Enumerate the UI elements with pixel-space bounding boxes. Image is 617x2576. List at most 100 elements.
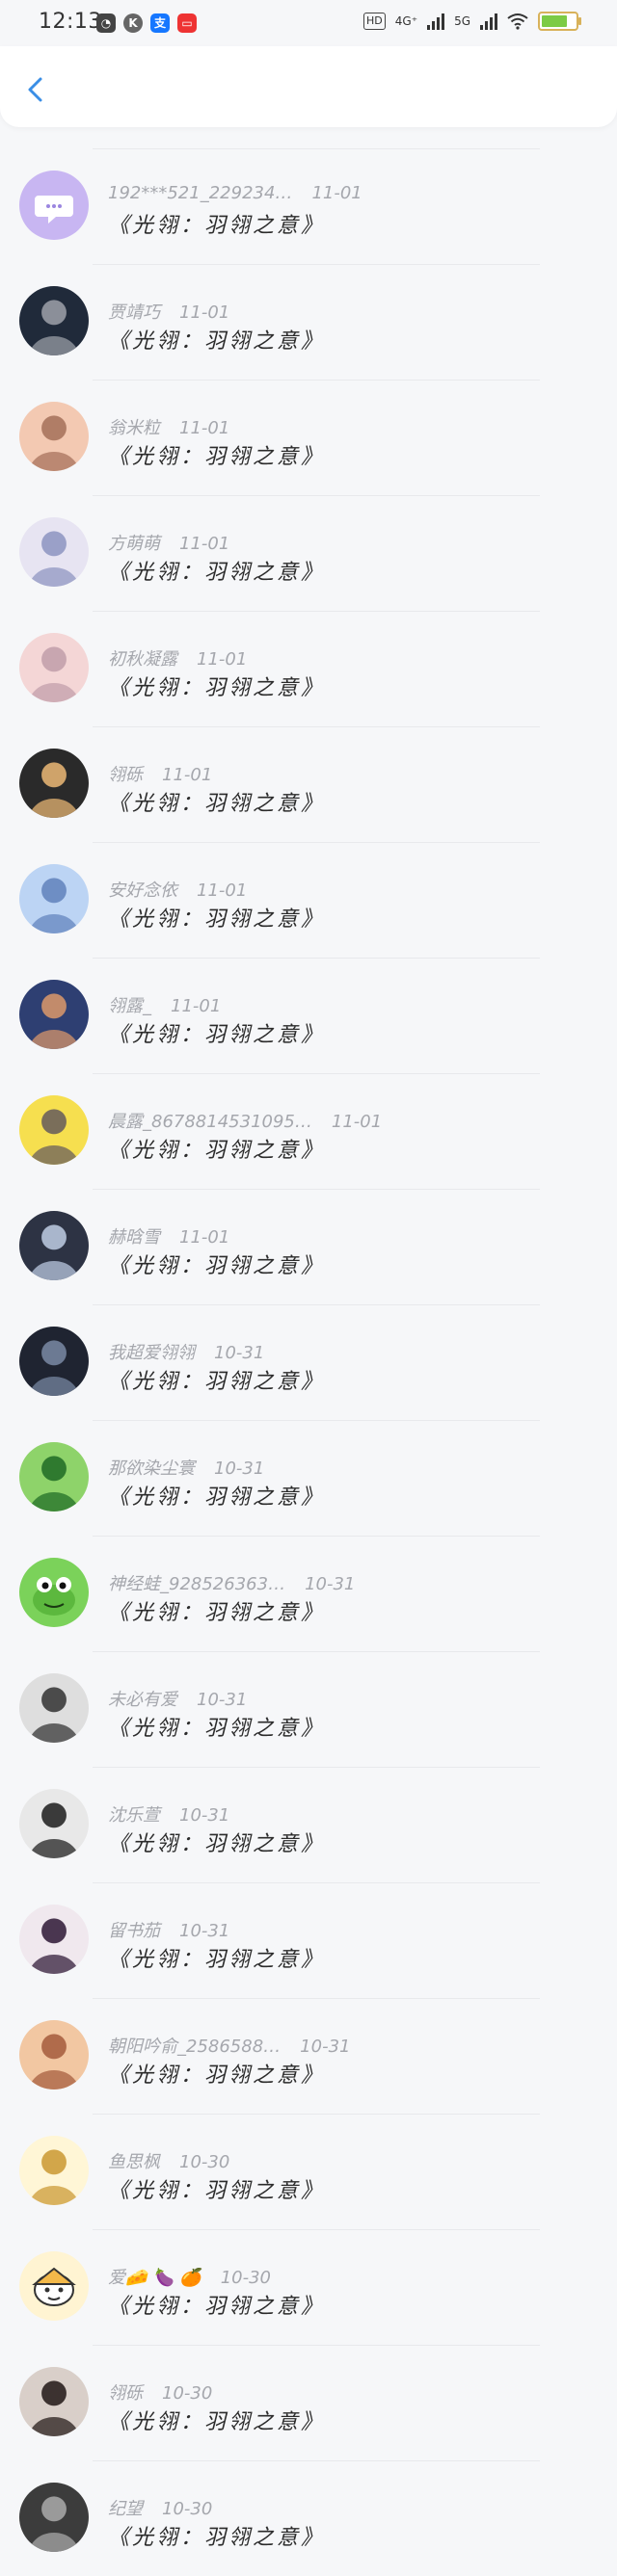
comment-meta: 我超爱翎翎 10-31	[108, 1339, 264, 1364]
avatar[interactable]	[19, 171, 89, 240]
username[interactable]: 鱼思枫	[108, 2152, 160, 2172]
username[interactable]: 沈乐萱	[108, 1805, 160, 1826]
username[interactable]: 初秋凝露	[108, 649, 177, 670]
avatar[interactable]	[19, 1789, 89, 1858]
comment-row[interactable]: 安好念依 11-01 《光翎：羽翎之意》	[0, 842, 617, 958]
avatar[interactable]	[19, 1558, 89, 1627]
username[interactable]: 翁米粒	[108, 418, 160, 438]
comment-date: 10-31	[179, 1805, 230, 1826]
username[interactable]: 神经蛙_928526363…	[108, 1574, 285, 1594]
comment-row[interactable]: 留书茄 10-31 《光翎：羽翎之意》	[0, 1882, 617, 1998]
comment-text: 《光翎：羽翎之意》	[108, 1254, 326, 1278]
comment-date: 10-30	[162, 2383, 213, 2404]
username[interactable]: 安好念依	[108, 881, 177, 901]
avatar[interactable]	[19, 864, 89, 933]
comment-row[interactable]: 翎露_ 11-01 《光翎：羽翎之意》	[0, 958, 617, 1073]
avatar[interactable]	[19, 2020, 89, 2090]
back-arrow-icon[interactable]	[21, 75, 50, 104]
username[interactable]: 我超爱翎翎	[108, 1343, 195, 1363]
username[interactable]: 翎砾	[108, 2383, 143, 2404]
comment-row[interactable]: 神经蛙_928526363… 10-31 《光翎：羽翎之意》	[0, 1536, 617, 1651]
avatar[interactable]	[19, 980, 89, 1049]
profile-photo-icon	[29, 1377, 79, 1396]
comment-row[interactable]: 赫晗雪 11-01 《光翎：羽翎之意》	[0, 1189, 617, 1304]
comment-row[interactable]: 晨露_8678814531095… 11-01 《光翎：羽翎之意》	[0, 1073, 617, 1189]
username[interactable]: 朝阳吟俞_2586588…	[108, 2037, 281, 2057]
comment-text: 《光翎：羽翎之意》	[108, 2179, 326, 2203]
profile-photo-icon	[29, 2533, 79, 2552]
username[interactable]: 留书茄	[108, 1921, 160, 1941]
avatar[interactable]	[19, 1905, 89, 1974]
profile-photo-icon	[29, 1261, 79, 1280]
comment-date: 10-31	[214, 1459, 265, 1479]
comment-date: 11-01	[197, 649, 248, 670]
comment-text: 《光翎：羽翎之意》	[108, 1370, 326, 1394]
username[interactable]: 晨露_8678814531095…	[108, 1112, 312, 1132]
comment-row[interactable]: 翎砾 11-01 《光翎：羽翎之意》	[0, 726, 617, 842]
avatar[interactable]	[19, 1095, 89, 1165]
username[interactable]: 那欲染尘寰	[108, 1459, 195, 1479]
avatar[interactable]	[19, 1673, 89, 1743]
avatar[interactable]	[19, 749, 89, 818]
avatar[interactable]	[19, 2367, 89, 2436]
comment-date: 10-31	[179, 1921, 230, 1941]
comment-row[interactable]: 翁米粒 11-01 《光翎：羽翎之意》	[0, 380, 617, 495]
avatar[interactable]	[19, 517, 89, 587]
avatar[interactable]	[19, 286, 89, 355]
username[interactable]: 爱🧀 🍆 🍊	[108, 2268, 201, 2288]
username[interactable]: 未必有爱	[108, 1690, 177, 1710]
chat-bubble-icon	[35, 196, 73, 223]
comment-row[interactable]: 翎砾 10-30 《光翎：羽翎之意》	[0, 2345, 617, 2460]
row-divider	[93, 2345, 540, 2346]
avatar[interactable]	[19, 2483, 89, 2552]
username[interactable]: 贾靖巧	[108, 302, 160, 323]
avatar[interactable]	[19, 1327, 89, 1396]
comment-row[interactable]: 朝阳吟俞_2586588… 10-31 《光翎：羽翎之意》	[0, 1998, 617, 2114]
comment-row[interactable]: 沈乐萱 10-31 《光翎：羽翎之意》	[0, 1767, 617, 1882]
comment-row[interactable]: 我超爱翎翎 10-31 《光翎：羽翎之意》	[0, 1304, 617, 1420]
avatar[interactable]	[19, 1211, 89, 1280]
row-divider	[93, 2229, 540, 2230]
username[interactable]: 翎砾	[108, 765, 143, 785]
comment-meta: 未必有爱 10-31	[108, 1686, 247, 1711]
comment-row[interactable]: 未必有爱 10-31 《光翎：羽翎之意》	[0, 1651, 617, 1767]
profile-photo-icon	[29, 336, 79, 355]
comment-text: 《光翎：羽翎之意》	[108, 676, 326, 700]
row-divider	[93, 726, 540, 727]
username[interactable]: 翎露_	[108, 996, 151, 1016]
comment-meta: 鱼思枫 10-30	[108, 2148, 229, 2173]
username[interactable]: 赫晗雪	[108, 1227, 160, 1248]
comment-row[interactable]: 初秋凝露 11-01 《光翎：羽翎之意》	[0, 611, 617, 726]
comment-text: 《光翎：羽翎之意》	[108, 907, 326, 932]
avatar[interactable]	[19, 2136, 89, 2205]
comment-meta: 那欲染尘寰 10-31	[108, 1455, 264, 1480]
row-divider	[93, 611, 540, 612]
comment-row[interactable]: 贾靖巧 11-01 《光翎：羽翎之意》	[0, 264, 617, 380]
username[interactable]: 方萌萌	[108, 534, 160, 554]
row-divider	[93, 1651, 540, 1652]
tv-app-icon: ▭	[177, 13, 197, 33]
comment-row[interactable]: 爱🧀 🍆 🍊 10-30 《光翎：羽翎之意》	[0, 2229, 617, 2345]
cat-app-icon: ◔	[96, 13, 116, 33]
comment-text: 《光翎：羽翎之意》	[108, 2526, 326, 2550]
avatar[interactable]	[19, 633, 89, 702]
status-right: HD 4G⁺ 5G	[363, 12, 581, 31]
avatar[interactable]	[19, 1442, 89, 1511]
profile-photo-icon	[29, 2417, 79, 2436]
comment-row[interactable]: 192***521_229234… 11-01 《光翎：羽翎之意》	[0, 148, 617, 264]
username[interactable]: 纪望	[108, 2499, 143, 2519]
avatar[interactable]	[19, 402, 89, 471]
comment-row[interactable]: 鱼思枫 10-30 《光翎：羽翎之意》	[0, 2114, 617, 2229]
comment-row[interactable]: 那欲染尘寰 10-31 《光翎：羽翎之意》	[0, 1420, 617, 1536]
comment-text: 《光翎：羽翎之意》	[108, 1023, 326, 1047]
comment-row[interactable]: 纪望 10-30 《光翎：羽翎之意》	[0, 2460, 617, 2576]
comment-meta: 朝阳吟俞_2586588… 10-31	[108, 2033, 350, 2058]
network-5g-label: 5G	[454, 14, 470, 28]
avatar[interactable]	[19, 2251, 89, 2321]
comment-meta: 方萌萌 11-01	[108, 530, 229, 555]
top-header	[0, 46, 617, 127]
comment-row[interactable]: 方萌萌 11-01 《光翎：羽翎之意》	[0, 495, 617, 611]
username[interactable]: 192***521_229234…	[108, 183, 292, 203]
status-bar: 12:13 ◔ K 支 ▭ HD 4G⁺ 5G	[0, 0, 617, 46]
profile-photo-icon	[29, 567, 79, 587]
